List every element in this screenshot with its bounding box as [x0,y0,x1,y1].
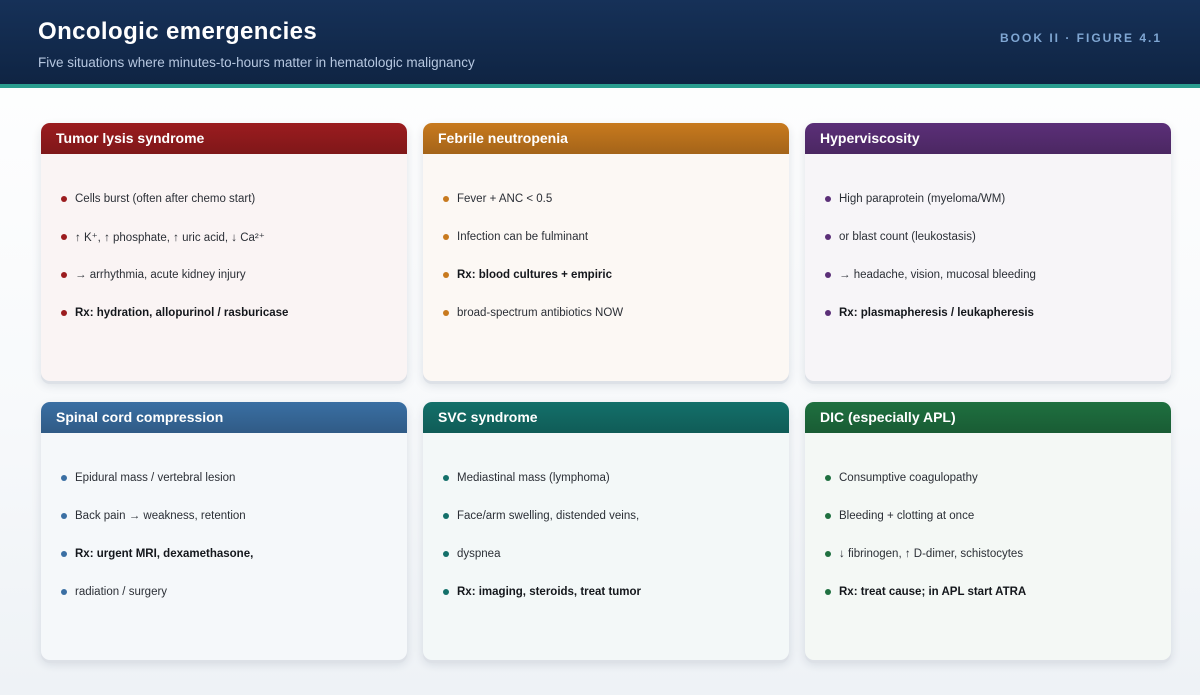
bullet-text: Rx: blood cultures + empiric [457,269,612,281]
emergency-card: Hyperviscosity High paraprotein (myeloma/… [805,123,1171,381]
bullet-text: Back pain → weakness, retention [75,510,246,522]
bullet-text: Cells burst (often after chemo start) [75,193,256,205]
bullet-item: Epidural mass / vertebral lesion [61,459,407,497]
card-bullet-list: Consumptive coagulopathy Bleeding + clott… [805,433,1171,611]
bullet-dot-icon [61,513,67,519]
bullet-item: radiation / surgery [61,573,407,611]
bullet-text: Epidural mass / vertebral lesion [75,472,236,484]
bullet-item: Fever + ANC < 0.5 [443,180,789,218]
bullet-item: ↑ K⁺, ↑ phosphate, ↑ uric acid, ↓ Ca²⁺ [61,218,407,256]
bullet-item: Back pain → weakness, retention [61,497,407,535]
bullet-item: → arrhythmia, acute kidney injury [61,256,407,294]
bullet-dot-icon [61,589,67,595]
page-title: Oncologic emergencies [38,18,318,45]
bullet-text: Bleeding + clotting at once [839,510,975,522]
bullet-item: broad-spectrum antibiotics NOW [443,294,789,332]
bullet-item: Rx: treat cause; in APL start ATRA [825,573,1171,611]
card-bullet-list: Epidural mass / vertebral lesion Back pai… [41,433,407,611]
bullet-dot-icon [825,310,831,316]
bullet-item: Rx: imaging, steroids, treat tumor [443,573,789,611]
bullet-text: dyspnea [457,548,501,560]
bullet-text: radiation / surgery [75,586,168,598]
bullet-dot-icon [443,234,449,240]
bullet-text: ↓ fibrinogen, ↑ D-dimer, schistocytes [839,548,1024,560]
bullet-dot-icon [825,475,831,481]
bullet-item: High paraprotein (myeloma/WM) [825,180,1171,218]
figure-label: BOOK II · FIGURE 4.1 [999,31,1162,45]
emergency-card: Febrile neutropenia Fever + ANC < 0.5 Infe… [423,123,789,381]
bullet-dot-icon [825,272,831,278]
bullet-dot-icon [443,196,449,202]
header-accent-divider [0,84,1200,88]
page-subtitle: Five situations where minutes-to-hours m… [38,55,475,70]
bullet-text: Rx: treat cause; in APL start ATRA [839,586,1027,598]
bullet-item: Cells burst (often after chemo start) [61,180,407,218]
card-title: Hyperviscosity [805,123,1171,154]
bullet-item: Face/arm swelling, distended veins, [443,497,789,535]
card-bullet-list: Cells burst (often after chemo start) ↑ K… [41,154,407,332]
bullet-dot-icon [443,589,449,595]
bullet-text: broad-spectrum antibiotics NOW [457,307,624,319]
emergency-card: Spinal cord compression Epidural mass / v… [41,402,407,660]
bullet-dot-icon [61,234,67,240]
card-title: Spinal cord compression [41,402,407,433]
bullet-dot-icon [61,475,67,481]
bullet-text: Face/arm swelling, distended veins, [457,510,640,522]
bullet-dot-icon [825,551,831,557]
bullet-dot-icon [61,196,67,202]
bullet-dot-icon [825,234,831,240]
bullet-text: Rx: plasmapheresis / leukapheresis [839,307,1034,319]
bullet-text: Mediastinal mass (lymphoma) [457,472,610,484]
bullet-item: Rx: hydration, allopurinol / rasburicase [61,294,407,332]
bullet-text: Rx: hydration, allopurinol / rasburicase [75,307,289,319]
bullet-dot-icon [825,513,831,519]
bullet-dot-icon [825,589,831,595]
card-title: Tumor lysis syndrome [41,123,407,154]
bullet-item: Rx: urgent MRI, dexamethasone, [61,535,407,573]
bullet-text: Infection can be fulminant [457,231,589,243]
card-title: DIC (especially APL) [805,402,1171,433]
bullet-text: → headache, vision, mucosal bleeding [839,269,1036,281]
bullet-item: → headache, vision, mucosal bleeding [825,256,1171,294]
bullet-dot-icon [825,196,831,202]
bullet-dot-icon [61,551,67,557]
card-bullet-list: Fever + ANC < 0.5 Infection can be fulmin… [423,154,789,332]
bullet-item: Rx: plasmapheresis / leukapheresis [825,294,1171,332]
bullet-item: Bleeding + clotting at once [825,497,1171,535]
emergency-card: DIC (especially APL) Consumptive coagulop… [805,402,1171,660]
bullet-item: ↓ fibrinogen, ↑ D-dimer, schistocytes [825,535,1171,573]
emergency-card: SVC syndrome Mediastinal mass (lymphoma) F… [423,402,789,660]
bullet-text: Rx: imaging, steroids, treat tumor [457,586,642,598]
bullet-text: or blast count (leukostasis) [839,231,976,243]
bullet-dot-icon [443,551,449,557]
bullet-item: Rx: blood cultures + empiric [443,256,789,294]
bullet-dot-icon [443,310,449,316]
card-bullet-list: Mediastinal mass (lymphoma) Face/arm swel… [423,433,789,611]
header-banner: Oncologic emergencies Five situations wh… [0,0,1200,84]
bullet-dot-icon [443,513,449,519]
bullet-text: Consumptive coagulopathy [839,472,978,484]
bullet-dot-icon [443,272,449,278]
bullet-text: → arrhythmia, acute kidney injury [75,269,246,281]
bullet-text: Rx: urgent MRI, dexamethasone, [75,548,254,560]
emergency-card: Tumor lysis syndrome Cells burst (often a… [41,123,407,381]
bullet-item: dyspnea [443,535,789,573]
bullet-text: High paraprotein (myeloma/WM) [839,193,1006,205]
bullet-item: Mediastinal mass (lymphoma) [443,459,789,497]
card-title: SVC syndrome [423,402,789,433]
card-title: Febrile neutropenia [423,123,789,154]
bullet-item: Infection can be fulminant [443,218,789,256]
bullet-item: Consumptive coagulopathy [825,459,1171,497]
bullet-text: Fever + ANC < 0.5 [457,193,553,205]
card-bullet-list: High paraprotein (myeloma/WM) or blast co… [805,154,1171,332]
bullet-text: ↑ K⁺, ↑ phosphate, ↑ uric acid, ↓ Ca²⁺ [75,232,265,244]
bullet-item: or blast count (leukostasis) [825,218,1171,256]
bullet-dot-icon [61,272,67,278]
bullet-dot-icon [443,475,449,481]
bullet-dot-icon [61,310,67,316]
